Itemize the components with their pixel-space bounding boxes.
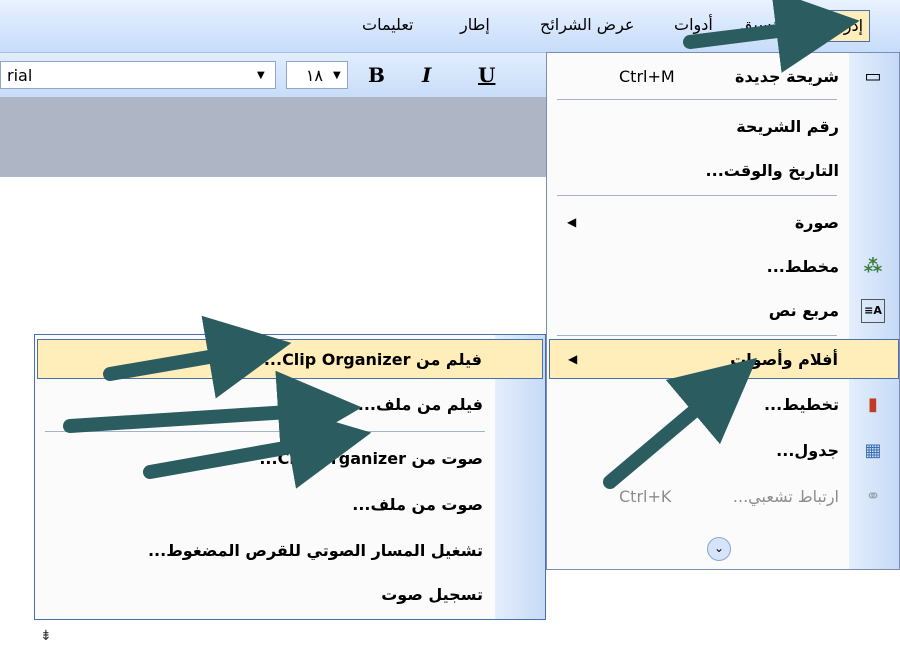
annotation-arrow <box>683 0 860 73</box>
annotation-arrows <box>63 0 860 489</box>
annotation-arrow <box>63 370 362 455</box>
annotation-arrow <box>143 405 372 489</box>
annotation-arrow <box>603 357 758 489</box>
annotation-arrow <box>103 315 292 399</box>
